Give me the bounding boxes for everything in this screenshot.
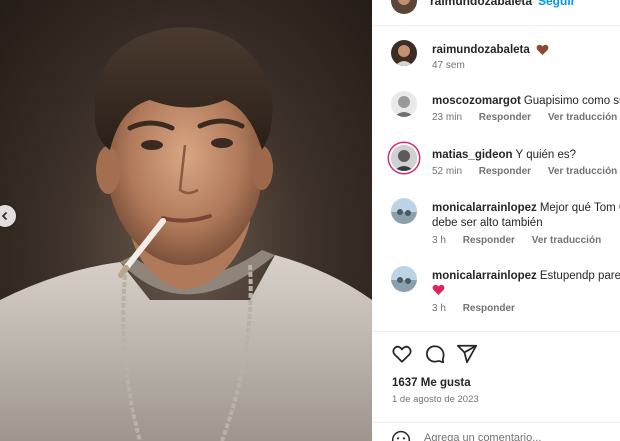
comment-body: Y quién es? <box>515 149 577 161</box>
comment-meta: 3 h Responder Ver traducción <box>432 235 615 246</box>
caption-username[interactable]: raimundozabaleta <box>432 44 530 56</box>
avatar[interactable] <box>391 91 417 117</box>
red-heart-emoji-icon <box>432 284 445 295</box>
reply-button[interactable]: Responder <box>463 303 515 314</box>
heart-emoji-brown-icon <box>536 44 549 55</box>
comment-username[interactable]: monicalarrainlopez <box>432 202 537 214</box>
comment-username[interactable]: moscozomargot <box>432 95 521 107</box>
comment-emoji-line <box>432 283 620 298</box>
post-date: 1 de agosto de 2023 <box>392 394 479 405</box>
heart-icon[interactable] <box>391 343 413 365</box>
comment-username[interactable]: monicalarrainlopez <box>432 270 537 282</box>
see-translation-button[interactable]: Ver traducción <box>548 112 617 123</box>
see-translation-button[interactable]: Ver traducción <box>532 235 601 246</box>
comment-meta: 3 h Responder <box>432 303 529 314</box>
comment-text-line2: debe ser alto también <box>432 217 543 229</box>
author-username[interactable]: raimundozabaleta <box>430 0 532 8</box>
post-photo[interactable] <box>0 0 372 441</box>
portrait-image <box>0 27 372 441</box>
comment-body: Mejor qué Tom C <box>539 202 620 214</box>
comment-text: matias_gideon Y quién es? <box>432 148 620 163</box>
reply-button[interactable]: Responder <box>479 166 531 177</box>
post-actions: 1637 Me gusta 1 de agosto de 2023 <box>372 331 620 441</box>
follow-button[interactable]: Seguir <box>538 0 575 8</box>
author-avatar[interactable] <box>391 0 417 14</box>
comment-time: 3 h <box>432 235 446 246</box>
see-translation-button[interactable]: Ver traducción <box>548 166 617 177</box>
share-icon[interactable] <box>456 343 478 365</box>
separator-dot: • <box>518 0 523 8</box>
comment-text: moscozomargot Guapisimo como su <box>432 94 620 109</box>
comment-icon[interactable] <box>424 343 446 365</box>
emoji-icon[interactable] <box>391 430 411 441</box>
caption-time: 47 sem <box>432 60 465 71</box>
comment-time: 3 h <box>432 303 446 314</box>
comment-input[interactable] <box>424 430 614 441</box>
reply-button[interactable]: Responder <box>463 235 515 246</box>
chevron-left-icon <box>1 211 8 221</box>
comment-time: 23 min <box>432 112 463 123</box>
avatar-story-ring[interactable] <box>391 145 417 171</box>
comment-meta: 23 min Responder Ver traducción <box>432 112 620 123</box>
caption-text: raimundozabaleta <box>432 43 620 58</box>
reply-button[interactable]: Responder <box>479 112 531 123</box>
comment-text: monicalarrainlopez Estupendp parec <box>432 269 620 284</box>
post-sidebar: raimundozabaleta • Seguir raimundozabale… <box>372 0 620 441</box>
comment-username[interactable]: matias_gideon <box>432 149 513 161</box>
avatar[interactable] <box>391 198 417 224</box>
comment-body: Estupendp parec <box>539 270 620 282</box>
comment-body: Guapisimo como su <box>523 95 620 107</box>
add-comment-bar <box>372 422 620 441</box>
comment-time: 52 min <box>432 166 463 177</box>
likes-count[interactable]: 1637 Me gusta <box>392 377 471 389</box>
post-header: raimundozabaleta • Seguir <box>372 0 620 26</box>
avatar[interactable] <box>391 266 417 292</box>
comment-text: monicalarrainlopez Mejor qué Tom C <box>432 201 620 216</box>
avatar[interactable] <box>391 40 417 66</box>
comment-meta: 52 min Responder Ver traducción <box>432 166 620 177</box>
comments-list[interactable]: raimundozabaleta 47 sem moscozomargot Gua… <box>372 26 620 330</box>
caption-meta: 47 sem <box>432 60 479 71</box>
